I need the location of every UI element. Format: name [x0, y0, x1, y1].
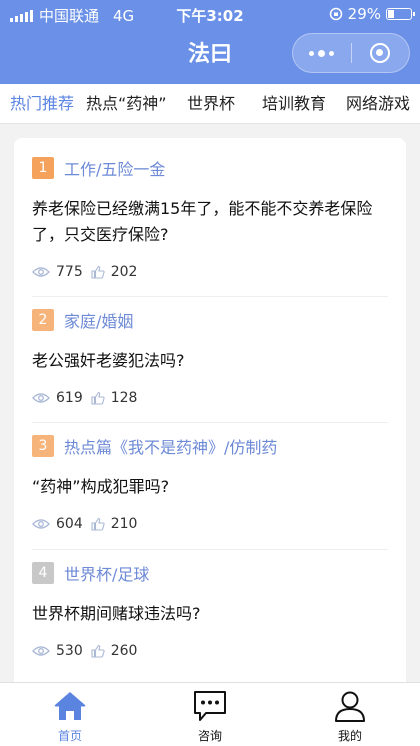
- tab-world-cup[interactable]: 世界杯: [187, 84, 235, 123]
- rank-badge: 1: [32, 157, 54, 179]
- view-count: 604: [56, 516, 83, 532]
- list-item[interactable]: 3 热点篇《我不是药神》/仿制药 “药神”构成犯罪吗? 604 210: [14, 422, 406, 534]
- category-label: 世界杯/足球: [64, 565, 150, 584]
- rank-badge: 2: [32, 309, 54, 331]
- category-label: 热点篇《我不是药神》/仿制药: [64, 438, 278, 457]
- tab-yaoshen[interactable]: 热点“药神”: [86, 84, 167, 123]
- category-label: 家庭/婚姻: [64, 312, 134, 331]
- list-item[interactable]: 4 世界杯/足球 世界杯期间赌球违法吗? 530 260: [14, 549, 406, 661]
- close-target-icon: [370, 43, 391, 63]
- chat-icon: [194, 691, 226, 721]
- more-icon: [309, 49, 335, 57]
- rank-badge: 4: [32, 562, 54, 584]
- home-icon: [54, 692, 86, 720]
- view-count: 619: [56, 390, 83, 406]
- thumbs-up-icon: [91, 391, 105, 405]
- more-button[interactable]: [293, 34, 351, 72]
- thumbs-up-icon: [91, 644, 105, 658]
- app-header: 中国联通 4G 下午3:02 29% 法曰: [0, 0, 420, 84]
- miniprogram-capsule: [292, 33, 410, 73]
- tabbar-consult[interactable]: 咨询: [160, 687, 260, 744]
- category-tabs: 热门推荐 热点“药神” 世界杯 培训教育 网络游戏: [0, 84, 420, 124]
- question-text: 老公强奸老婆犯法吗?: [32, 351, 185, 370]
- tab-online-games[interactable]: 网络游戏: [346, 84, 410, 123]
- tabbar-home-label: 首页: [57, 729, 82, 743]
- category-label: 工作/五险一金: [64, 160, 166, 179]
- eye-icon: [32, 393, 50, 403]
- tabbar-profile[interactable]: 我的: [300, 687, 400, 744]
- eye-icon: [32, 646, 50, 656]
- tabbar-consult-label: 咨询: [197, 729, 222, 743]
- battery-icon: [386, 8, 415, 20]
- tab-training[interactable]: 培训教育: [262, 84, 326, 123]
- rank-badge: 3: [32, 435, 54, 457]
- thumbs-up-icon: [91, 265, 105, 279]
- rotation-lock-icon: [329, 7, 342, 21]
- question-text: 养老保险已经缴满15年了，能不能不交养老保险了，只交医疗保险?: [32, 199, 373, 244]
- status-bar: 中国联通 4G 下午3:02 29%: [0, 0, 420, 28]
- like-count: 202: [110, 264, 138, 280]
- user-icon: [335, 691, 365, 722]
- like-count: 210: [110, 516, 138, 532]
- like-count: 128: [110, 390, 138, 406]
- tab-hot[interactable]: 热门推荐: [10, 84, 74, 123]
- tabbar-profile-label: 我的: [337, 729, 362, 743]
- bottom-tab-bar: 首页 咨询 我的: [0, 682, 420, 746]
- list-item[interactable]: 1 工作/五险一金 养老保险已经缴满15年了，能不能不交养老保险了，只交医疗保险…: [14, 156, 406, 282]
- eye-icon: [32, 519, 50, 529]
- eye-icon: [32, 267, 50, 277]
- view-count: 530: [56, 643, 83, 659]
- battery-percent: 29%: [347, 5, 381, 23]
- list-item[interactable]: 2 家庭/婚姻 老公强奸老婆犯法吗? 619 128: [14, 296, 406, 408]
- view-count: 775: [56, 264, 83, 280]
- like-count: 260: [110, 643, 138, 659]
- close-miniprogram-button[interactable]: [352, 34, 410, 72]
- thumbs-up-icon: [91, 517, 105, 531]
- question-text: “药神”构成犯罪吗?: [32, 477, 170, 496]
- tabbar-home[interactable]: 首页: [20, 687, 120, 744]
- question-text: 世界杯期间赌球违法吗?: [32, 604, 201, 623]
- question-list: 1 工作/五险一金 养老保险已经缴满15年了，能不能不交养老保险了，只交医疗保险…: [14, 138, 406, 698]
